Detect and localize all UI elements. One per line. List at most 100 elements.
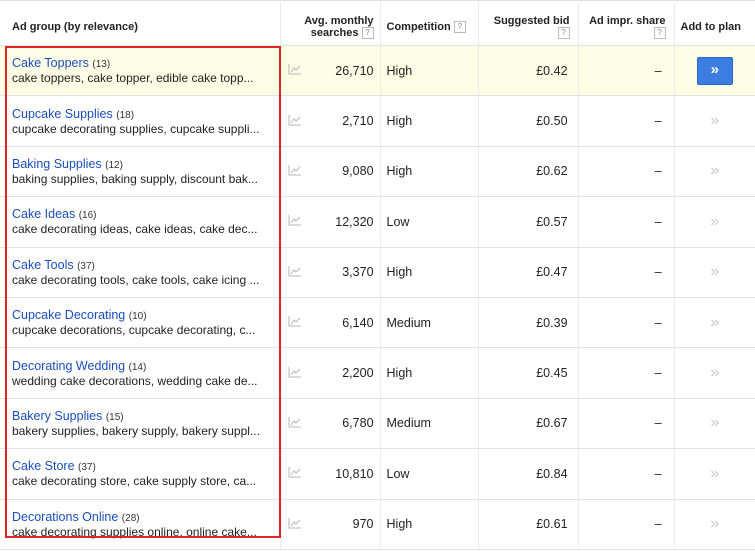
competition-value: High bbox=[380, 247, 479, 298]
ad-impr-share-value: – bbox=[578, 196, 675, 248]
avg-monthly-searches: 970 bbox=[310, 499, 381, 550]
avg-monthly-searches: 26,710 bbox=[310, 45, 381, 97]
table-row: Cake Store (37) cake decorating store, c… bbox=[0, 448, 755, 500]
add-to-plan-cell: » bbox=[674, 297, 755, 349]
trend-cell bbox=[280, 196, 310, 248]
trend-chart-icon[interactable] bbox=[288, 416, 302, 431]
help-icon[interactable]: ? bbox=[653, 27, 666, 40]
table-row: Decorations Online (28) cake decorating … bbox=[0, 499, 755, 550]
table-header-row: Ad group (by relevance) Avg. monthly sea… bbox=[0, 0, 755, 46]
trend-cell bbox=[280, 45, 310, 97]
help-icon[interactable]: ? bbox=[453, 21, 466, 34]
avg-monthly-searches: 9,080 bbox=[310, 146, 381, 198]
suggested-bid-value: £0.47 bbox=[478, 247, 579, 298]
keyword-count: (10) bbox=[128, 311, 147, 323]
add-to-plan-button[interactable]: » bbox=[710, 515, 719, 532]
ad-impr-share-value: – bbox=[578, 146, 675, 198]
ad-impr-share-value: – bbox=[578, 347, 675, 399]
ad-group-link[interactable]: Baking Supplies bbox=[12, 157, 102, 171]
avg-monthly-searches: 3,370 bbox=[310, 247, 381, 298]
ad-group-link[interactable]: Cupcake Decorating bbox=[12, 308, 125, 322]
keyword-list: cupcake decorating supplies, cupcake sup… bbox=[12, 121, 260, 136]
help-icon[interactable]: ? bbox=[557, 27, 570, 40]
ad-group-link[interactable]: Cake Store bbox=[12, 459, 75, 473]
ad-impr-share-value: – bbox=[578, 499, 675, 550]
add-to-plan-button[interactable]: » bbox=[696, 56, 733, 85]
add-to-plan-button[interactable]: » bbox=[710, 263, 719, 280]
keyword-list: cake decorating ideas, cake ideas, cake … bbox=[12, 222, 258, 237]
header-avg-monthly-searches[interactable]: Avg. monthly searches? bbox=[280, 0, 381, 46]
ad-group-cell: Cupcake Decorating (10) cupcake decorati… bbox=[0, 297, 281, 349]
keyword-count: (12) bbox=[105, 159, 123, 171]
ad-group-link[interactable]: Bakery Supplies bbox=[12, 409, 102, 423]
ad-group-cell: Bakery Supplies (15) bakery supplies, ba… bbox=[0, 398, 281, 450]
table-row: Cake Tools (37) cake decorating tools, c… bbox=[0, 247, 755, 298]
add-to-plan-cell: » bbox=[674, 45, 755, 97]
ad-group-cell: Cake Store (37) cake decorating store, c… bbox=[0, 448, 281, 500]
trend-chart-icon[interactable] bbox=[288, 114, 302, 129]
ad-group-link[interactable]: Cake Toppers bbox=[12, 56, 89, 70]
keyword-count: (13) bbox=[92, 59, 111, 71]
ad-group-cell: Cake Toppers (13) cake toppers, cake top… bbox=[0, 45, 281, 97]
ad-group-link[interactable]: Cake Tools bbox=[12, 258, 74, 272]
trend-cell bbox=[280, 297, 310, 349]
add-to-plan-cell: » bbox=[674, 146, 755, 198]
add-to-plan-cell: » bbox=[674, 95, 755, 147]
trend-chart-icon[interactable] bbox=[288, 466, 302, 481]
competition-value: Medium bbox=[380, 398, 479, 450]
table-row: Cupcake Decorating (10) cupcake decorati… bbox=[0, 297, 755, 349]
ad-impr-share-value: – bbox=[578, 398, 675, 450]
keyword-count: (37) bbox=[77, 260, 95, 272]
suggested-bid-value: £0.45 bbox=[478, 347, 579, 399]
add-to-plan-button[interactable]: » bbox=[710, 314, 719, 331]
avg-monthly-searches: 6,780 bbox=[310, 398, 381, 450]
ad-group-link[interactable]: Cupcake Supplies bbox=[12, 107, 113, 121]
help-icon[interactable]: ? bbox=[361, 27, 374, 40]
keyword-list: cake decorating supplies online, online … bbox=[12, 524, 257, 539]
add-to-plan-cell: » bbox=[674, 448, 755, 500]
trend-chart-icon[interactable] bbox=[288, 164, 302, 179]
add-to-plan-button[interactable]: » bbox=[710, 465, 719, 482]
header-ad-group[interactable]: Ad group (by relevance) bbox=[0, 0, 281, 46]
ad-impr-share-value: – bbox=[578, 45, 675, 97]
ad-group-link[interactable]: Cake Ideas bbox=[12, 207, 75, 221]
add-to-plan-button[interactable]: » bbox=[710, 112, 719, 129]
keyword-count: (37) bbox=[78, 462, 96, 474]
avg-monthly-searches: 2,710 bbox=[310, 95, 381, 147]
ad-group-link[interactable]: Decorating Wedding bbox=[12, 359, 125, 373]
ad-group-link[interactable]: Decorations Online bbox=[12, 510, 118, 524]
trend-chart-icon[interactable] bbox=[288, 265, 302, 280]
header-ad-impr-share[interactable]: Ad impr. share ? bbox=[578, 0, 675, 46]
add-to-plan-cell: » bbox=[674, 499, 755, 550]
trend-chart-icon[interactable] bbox=[288, 517, 302, 532]
ad-group-cell: Baking Supplies (12) baking supplies, ba… bbox=[0, 146, 281, 198]
add-to-plan-button[interactable]: » bbox=[710, 364, 719, 381]
suggested-bid-value: £0.39 bbox=[478, 297, 579, 349]
trend-chart-icon[interactable] bbox=[288, 366, 302, 381]
competition-value: Low bbox=[380, 448, 479, 500]
table-row: Decorating Wedding (14) wedding cake dec… bbox=[0, 347, 755, 399]
trend-cell bbox=[280, 146, 310, 198]
competition-value: High bbox=[380, 146, 479, 198]
trend-chart-icon[interactable] bbox=[288, 315, 302, 330]
trend-cell bbox=[280, 347, 310, 399]
header-competition[interactable]: Competition? bbox=[380, 0, 479, 46]
competition-value: High bbox=[380, 499, 479, 550]
keyword-list: cake decorating store, cake supply store… bbox=[12, 474, 257, 489]
trend-cell bbox=[280, 448, 310, 500]
add-to-plan-button[interactable]: » bbox=[710, 414, 719, 431]
trend-chart-icon[interactable] bbox=[288, 63, 302, 78]
keyword-list: baking supplies, baking supply, discount… bbox=[12, 171, 258, 186]
avg-monthly-searches: 2,200 bbox=[310, 347, 381, 399]
header-suggested-bid[interactable]: Suggested bid ? bbox=[478, 0, 579, 46]
suggested-bid-value: £0.42 bbox=[478, 45, 579, 97]
keyword-list: bakery supplies, bakery supply, bakery s… bbox=[12, 423, 260, 438]
keyword-list: cake decorating tools, cake tools, cake … bbox=[12, 272, 260, 287]
competition-value: High bbox=[380, 95, 479, 147]
trend-chart-icon[interactable] bbox=[288, 214, 302, 229]
keyword-count: (15) bbox=[105, 411, 124, 423]
add-to-plan-button[interactable]: » bbox=[710, 213, 719, 230]
trend-cell bbox=[280, 95, 310, 147]
keyword-count: (14) bbox=[128, 361, 147, 373]
add-to-plan-button[interactable]: » bbox=[710, 162, 719, 179]
